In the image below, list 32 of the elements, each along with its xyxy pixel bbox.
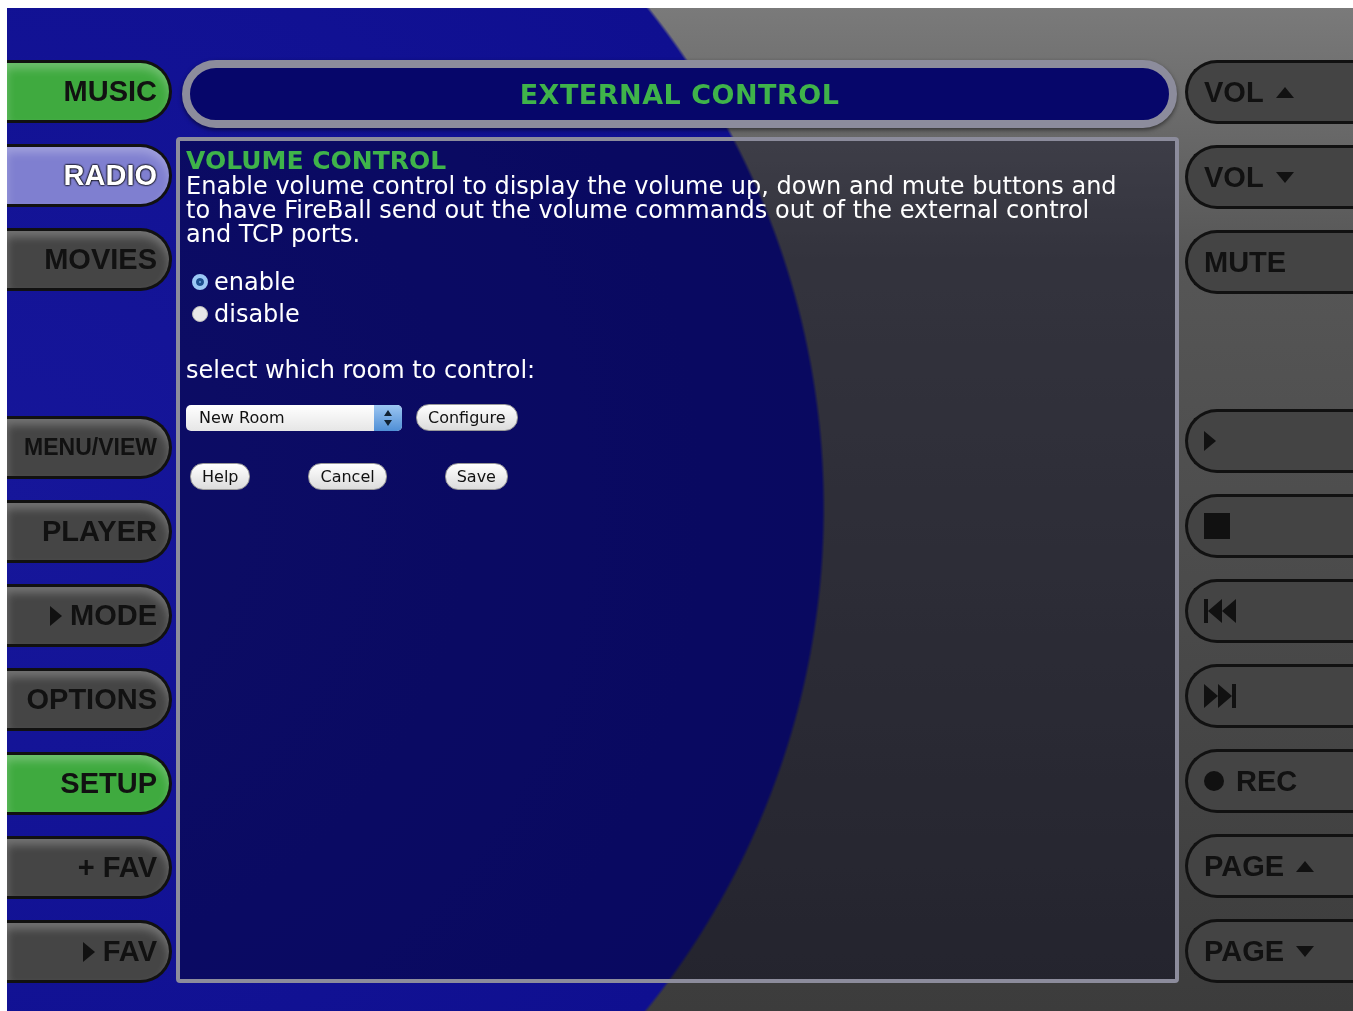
form-button[interactable]: Help [190,463,251,490]
description-text: Enable volume control to display the volume up, down and mute buttons and to have FireBall send out the volume commands out of the external control and TCP ports. [186,174,1118,246]
transport-button[interactable] [1185,664,1353,728]
transport-button[interactable] [1185,579,1353,643]
transport-button[interactable] [1185,409,1353,473]
up-triangle-icon [1275,86,1294,98]
down-triangle-icon [1275,171,1294,183]
room-label: select which room to control: [186,356,536,384]
record-icon [1204,771,1224,791]
radio-button[interactable] [192,306,208,322]
stepper-arrows-icon [384,409,392,426]
page-title: EXTERNAL CONTROL [519,78,840,110]
skip-back-icon [1204,599,1236,623]
play-icon [1204,431,1216,451]
nav-button[interactable]: RADIO [7,144,172,207]
form-button[interactable]: Cancel [308,463,387,490]
down-triangle-icon [1296,945,1315,957]
stop-icon [1204,513,1230,539]
radio-label: enable [214,268,296,296]
play-icon [50,605,62,626]
up-triangle-icon [1296,860,1315,872]
nav-button[interactable]: MUSIC [7,60,172,123]
transport-button[interactable] [1185,494,1353,558]
configure-button[interactable]: Configure [416,404,518,431]
section-heading: VOLUME CONTROL [186,147,447,174]
nav-button[interactable]: SETUP [7,752,172,815]
skip-forward-icon [1204,684,1236,708]
radio-button[interactable] [192,274,208,290]
form-button[interactable]: Save [444,463,508,490]
play-icon [82,941,95,962]
radio-label: disable [214,300,300,328]
room-dropdown[interactable]: New Room [186,404,402,431]
